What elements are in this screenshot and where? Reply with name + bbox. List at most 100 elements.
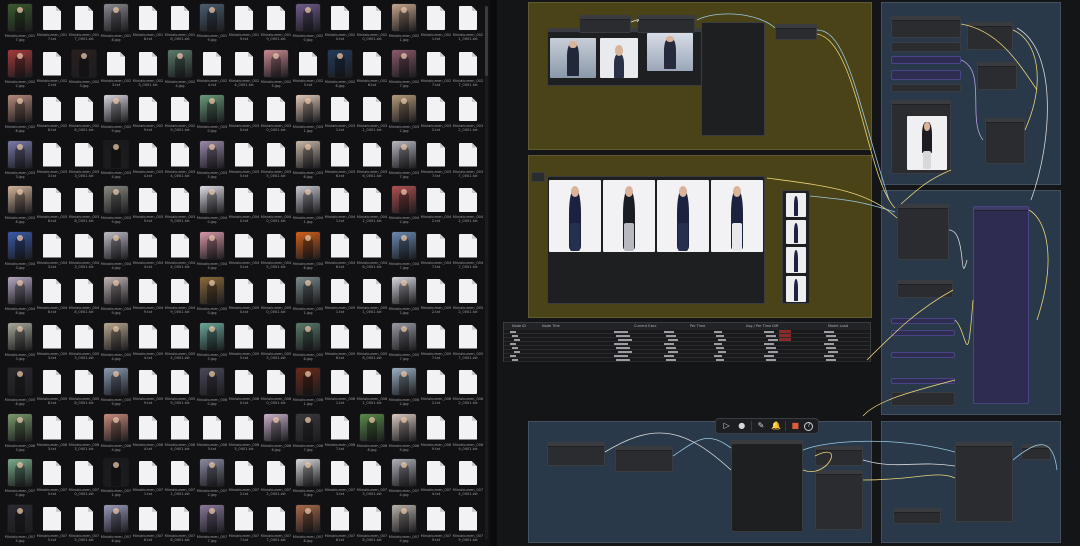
text-file-item[interactable]: Miniakumen_0018.txt <box>132 4 164 50</box>
text-file-item[interactable]: Miniakumen_0063_0001.txt <box>68 414 100 460</box>
text-file-item[interactable]: Miniakumen_0033_0001.txt <box>68 141 100 187</box>
text-file-item[interactable]: Miniakumen_0061.txt <box>324 368 356 414</box>
text-file-item[interactable]: Miniakumen_0043.txt <box>36 232 68 278</box>
text-file-item[interactable]: Miniakumen_0053.txt <box>36 323 68 369</box>
help-button[interactable]: ? <box>804 421 814 431</box>
text-file-item[interactable]: Miniakumen_0079_0001.txt <box>452 505 484 546</box>
text-file-item[interactable]: Miniakumen_0047_0001.txt <box>452 232 484 278</box>
text-file-item[interactable]: Miniakumen_0037.txt <box>420 141 452 187</box>
text-file-item[interactable]: Miniakumen_0069.txt <box>420 414 452 460</box>
text-file-item[interactable]: Miniakumen_0028.txt <box>36 95 68 141</box>
image-file-item[interactable]: Miniakumen_0070.jpg <box>4 459 36 505</box>
text-file-item[interactable]: Miniakumen_0017.txt <box>36 4 68 50</box>
text-file-item[interactable]: Miniakumen_0036_0001.txt <box>356 141 388 187</box>
image-file-item[interactable]: Miniakumen_0068.jpg <box>356 413 388 460</box>
bottom-right-node-1[interactable] <box>955 442 1013 522</box>
text-file-item[interactable]: Miniakumen_0027_0001.txt <box>452 50 484 96</box>
text-file-item[interactable]: Miniakumen_0062.txt <box>420 368 452 414</box>
image-file-item[interactable]: Miniakumen_0058.jpg <box>4 368 36 414</box>
image-file-item[interactable]: Miniakumen_0044.jpg <box>100 231 132 278</box>
text-encode-node-3[interactable] <box>891 352 955 358</box>
image-file-item[interactable]: Miniakumen_0037.jpg <box>388 140 420 187</box>
execution-time-table[interactable]: Node ID Node Title Current Exec Per Time… <box>503 322 871 362</box>
right-node-3[interactable] <box>891 84 961 92</box>
image-file-item[interactable]: Miniakumen_0035.jpg <box>196 140 228 187</box>
image-file-item[interactable]: Miniakumen_0057.jpg <box>388 322 420 369</box>
right-node-5[interactable] <box>977 62 1017 90</box>
text-file-item[interactable]: Miniakumen_0053_0001.txt <box>68 323 100 369</box>
text-file-item[interactable]: Miniakumen_0024.txt <box>196 50 228 96</box>
image-file-item[interactable]: Miniakumen_0034.jpg <box>100 140 132 187</box>
vae-decode-node[interactable] <box>897 280 953 298</box>
text-file-item[interactable]: Miniakumen_0042.txt <box>420 186 452 232</box>
image-file-item[interactable]: Miniakumen_0038.jpg <box>4 186 36 232</box>
text-file-item[interactable]: Miniakumen_0073_0001.txt <box>356 459 388 505</box>
text-file-item[interactable]: Miniakumen_0077_0001.txt <box>260 505 292 546</box>
image-file-item[interactable]: Miniakumen_0026.jpg <box>324 49 356 96</box>
image-file-item[interactable]: Miniakumen_0025.jpg <box>260 49 292 96</box>
text-file-item[interactable]: Miniakumen_0062_0001.txt <box>452 368 484 414</box>
bell-button[interactable]: 🔔 <box>770 420 782 432</box>
text-file-item[interactable]: Miniakumen_0034_0001.txt <box>164 141 196 187</box>
image-file-item[interactable]: Miniakumen_0049.jpg <box>100 277 132 323</box>
image-file-item[interactable]: Miniakumen_0022.jpg <box>4 49 36 96</box>
text-file-item[interactable]: Miniakumen_0017_0001.txt <box>68 4 100 50</box>
bottom-list-node[interactable] <box>731 440 803 532</box>
text-file-item[interactable]: Miniakumen_0051.txt <box>324 277 356 323</box>
text-file-item[interactable]: Miniakumen_0025.txt <box>292 50 324 96</box>
text-file-item[interactable]: Miniakumen_0045.txt <box>228 232 260 278</box>
image-file-item[interactable]: Miniakumen_0056.jpg <box>292 322 324 369</box>
text-file-item[interactable]: Miniakumen_0077.txt <box>228 505 260 546</box>
text-file-item[interactable]: Miniakumen_0065_0001.txt <box>228 414 260 460</box>
text-file-item[interactable]: Miniakumen_0035_0001.txt <box>260 141 292 187</box>
bottom-right-node-3[interactable] <box>1021 444 1051 460</box>
text-file-item[interactable]: Miniakumen_0073.txt <box>324 459 356 505</box>
text-file-item[interactable]: Miniakumen_0057_0001.txt <box>452 323 484 369</box>
text-encode-node-4[interactable] <box>891 378 955 384</box>
text-file-item[interactable]: Miniakumen_0045_0001.txt <box>260 232 292 278</box>
image-file-item[interactable]: Miniakumen_0072.jpg <box>196 459 228 505</box>
text-file-item[interactable]: Miniakumen_0072.txt <box>228 459 260 505</box>
image-file-item[interactable]: Miniakumen_0061.jpg <box>292 368 324 414</box>
text-file-item[interactable]: Miniakumen_0023_0001.txt <box>132 50 164 96</box>
right-node-1[interactable] <box>891 16 961 38</box>
image-file-item[interactable]: Miniakumen_0033.jpg <box>4 140 36 187</box>
image-file-item[interactable]: Miniakumen_0076.jpg <box>100 504 132 546</box>
image-file-item[interactable]: Miniakumen_0023.jpg <box>68 49 100 96</box>
text-file-item[interactable]: Miniakumen_0050.txt <box>228 277 260 323</box>
text-file-item[interactable]: Miniakumen_0055_0001.txt <box>260 323 292 369</box>
text-file-item[interactable]: Miniakumen_0078.txt <box>324 505 356 546</box>
large-prompt-node[interactable] <box>973 206 1029 404</box>
image-file-item[interactable]: Miniakumen_0032.jpg <box>388 95 420 141</box>
text-file-item[interactable]: Miniakumen_0044.txt <box>132 232 164 278</box>
image-file-item[interactable]: Miniakumen_0051.jpg <box>292 277 324 323</box>
image-file-item[interactable]: Miniakumen_0031.jpg <box>292 95 324 141</box>
image-file-item[interactable]: Miniakumen_0062.jpg <box>388 368 420 414</box>
image-file-item[interactable]: Miniakumen_0079.jpg <box>388 504 420 546</box>
text-file-item[interactable]: Miniakumen_0069_0001.txt <box>452 414 484 460</box>
image-file-item[interactable]: Miniakumen_0071.jpg <box>100 459 132 505</box>
text-file-item[interactable]: Miniakumen_0076.txt <box>132 505 164 546</box>
text-file-item[interactable]: Miniakumen_0041.txt <box>324 186 356 232</box>
queue-button[interactable]: ● <box>736 420 748 432</box>
image-file-item[interactable]: Miniakumen_0055.jpg <box>196 322 228 369</box>
text-file-item[interactable]: Miniakumen_0038.txt <box>36 186 68 232</box>
text-file-item[interactable]: Miniakumen_0034.txt <box>132 141 164 187</box>
text-file-item[interactable]: Miniakumen_0046.txt <box>324 232 356 278</box>
text-file-item[interactable]: Miniakumen_0074_0001.txt <box>452 459 484 505</box>
text-file-item[interactable]: Miniakumen_0044_0001.txt <box>164 232 196 278</box>
image-file-item[interactable]: Miniakumen_0042.jpg <box>388 186 420 232</box>
image-file-item[interactable]: Miniakumen_0020.jpg <box>292 4 324 50</box>
right-node-6[interactable] <box>985 118 1025 164</box>
text-file-item[interactable]: Miniakumen_0033.txt <box>36 141 68 187</box>
text-file-item[interactable]: Miniakumen_0071.txt <box>132 459 164 505</box>
text-file-item[interactable]: Miniakumen_0076_0001.txt <box>164 505 196 546</box>
text-file-item[interactable]: Miniakumen_0046_0001.txt <box>356 232 388 278</box>
image-file-item[interactable]: Miniakumen_0043.jpg <box>4 231 36 278</box>
image-file-item[interactable]: Miniakumen_0040.jpg <box>196 186 228 232</box>
image-file-item[interactable]: Miniakumen_0021.jpg <box>388 4 420 50</box>
image-file-item[interactable]: Miniakumen_0018.jpg <box>100 4 132 50</box>
image-file-item[interactable]: Miniakumen_0024.jpg <box>164 49 196 96</box>
text-file-item[interactable]: Miniakumen_0064_0001.txt <box>164 414 196 460</box>
text-file-item[interactable]: Miniakumen_0031_0001.txt <box>356 95 388 141</box>
